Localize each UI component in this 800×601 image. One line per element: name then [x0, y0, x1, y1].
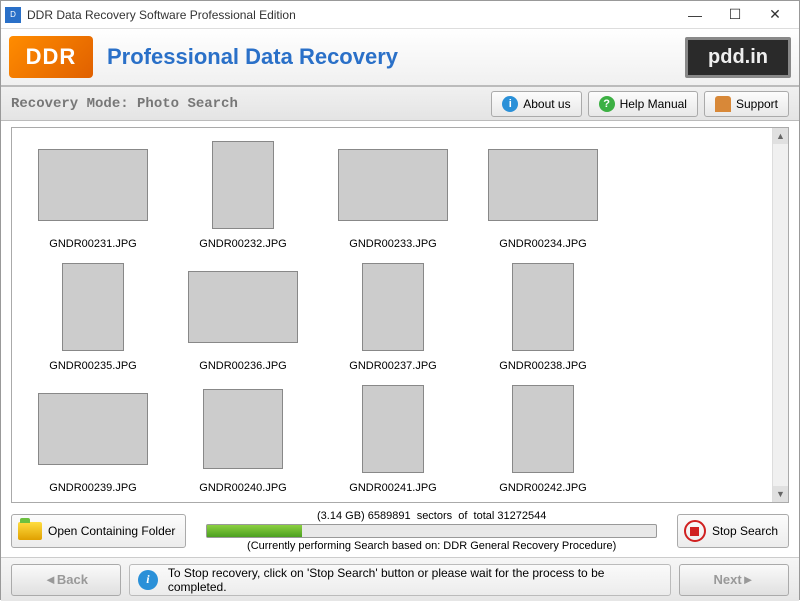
stop-icon: [684, 520, 706, 542]
help-manual-button[interactable]: ? Help Manual: [588, 91, 698, 117]
thumbnail-image: [170, 378, 316, 480]
thumbnail-image: [320, 378, 466, 480]
scroll-down-icon[interactable]: ▼: [773, 486, 788, 502]
next-button[interactable]: Next: [679, 564, 789, 596]
maximize-button[interactable]: ☐: [715, 3, 755, 27]
thumbnail-image: [470, 378, 616, 480]
footer-message: i To Stop recovery, click on 'Stop Searc…: [129, 564, 671, 596]
thumbnail-image: [470, 256, 616, 358]
progress-display: (3.14 GB) 6589891 sectors of total 31272…: [196, 510, 667, 552]
thumbnail-image: [320, 256, 466, 358]
thumbnail-image: [20, 256, 166, 358]
app-icon: D: [5, 7, 21, 23]
thumbnail-item[interactable]: GNDR00239.JPG: [20, 378, 166, 496]
vertical-scrollbar[interactable]: ▲ ▼: [772, 128, 788, 502]
thumbnail-item[interactable]: GNDR00241.JPG: [320, 378, 466, 496]
thumbnail-item[interactable]: GNDR00236.JPG: [170, 256, 316, 374]
thumbnail-filename: GNDR00237.JPG: [349, 358, 436, 374]
support-button[interactable]: Support: [704, 91, 789, 117]
title-bar: D DDR Data Recovery Software Professiona…: [1, 1, 799, 29]
thumbnail-item[interactable]: GNDR00233.JPG: [320, 134, 466, 252]
thumbnail-image: [170, 134, 316, 236]
window-controls: — ☐ ✕: [675, 3, 795, 27]
brand-badge: pdd.in: [685, 37, 791, 78]
content-area: GNDR00231.JPG GNDR00232.JPG GNDR00233.JPG G…: [1, 121, 799, 557]
thumbnail-filename: GNDR00236.JPG: [199, 358, 286, 374]
recovery-mode-label: Recovery Mode: Photo Search: [11, 96, 485, 112]
thumbnail-filename: GNDR00234.JPG: [499, 236, 586, 252]
close-button[interactable]: ✕: [755, 3, 795, 27]
thumbnail-filename: GNDR00239.JPG: [49, 480, 136, 496]
thumbnail-filename: GNDR00233.JPG: [349, 236, 436, 252]
thumbnail-gallery: GNDR00231.JPG GNDR00232.JPG GNDR00233.JPG G…: [12, 128, 772, 502]
thumbnail-image: [320, 134, 466, 236]
thumbnail-item[interactable]: GNDR00234.JPG: [470, 134, 616, 252]
info-icon: i: [502, 96, 518, 112]
mode-bar: Recovery Mode: Photo Search i About us ?…: [1, 87, 799, 121]
thumbnail-filename: GNDR00241.JPG: [349, 480, 436, 496]
thumbnail-item[interactable]: GNDR00237.JPG: [320, 256, 466, 374]
open-containing-folder-button[interactable]: Open Containing Folder: [11, 514, 186, 548]
thumbnail-filename: GNDR00240.JPG: [199, 480, 286, 496]
thumbnail-item[interactable]: GNDR00235.JPG: [20, 256, 166, 374]
thumbnail-filename: GNDR00242.JPG: [499, 480, 586, 496]
gallery-frame: GNDR00231.JPG GNDR00232.JPG GNDR00233.JPG G…: [11, 127, 789, 503]
thumbnail-filename: GNDR00231.JPG: [49, 236, 136, 252]
thumbnail-filename: GNDR00235.JPG: [49, 358, 136, 374]
support-icon: [715, 96, 731, 112]
info-icon: i: [138, 570, 158, 590]
progress-note: (Currently performing Search based on: D…: [196, 540, 667, 552]
scroll-up-icon[interactable]: ▲: [773, 128, 788, 144]
thumbnail-item[interactable]: GNDR00231.JPG: [20, 134, 166, 252]
help-icon: ?: [599, 96, 615, 112]
thumbnail-item[interactable]: GNDR00232.JPG: [170, 134, 316, 252]
thumbnail-image: [20, 378, 166, 480]
app-heading: Professional Data Recovery: [107, 44, 685, 70]
progress-bar: [206, 524, 657, 538]
progress-row: Open Containing Folder (3.14 GB) 6589891…: [11, 509, 789, 553]
progress-stats: (3.14 GB) 6589891 sectors of total 31272…: [196, 510, 667, 522]
thumbnail-filename: GNDR00232.JPG: [199, 236, 286, 252]
window-title: DDR Data Recovery Software Professional …: [27, 8, 675, 22]
logo: DDR: [9, 36, 93, 78]
footer-bar: Back i To Stop recovery, click on 'Stop …: [1, 557, 799, 601]
folder-icon: [18, 522, 42, 540]
app-header: DDR Professional Data Recovery pdd.in: [1, 29, 799, 87]
back-button[interactable]: Back: [11, 564, 121, 596]
thumbnail-filename: GNDR00238.JPG: [499, 358, 586, 374]
about-button[interactable]: i About us: [491, 91, 581, 117]
thumbnail-item[interactable]: GNDR00238.JPG: [470, 256, 616, 374]
thumbnail-image: [170, 256, 316, 358]
thumbnail-image: [20, 134, 166, 236]
minimize-button[interactable]: —: [675, 3, 715, 27]
thumbnail-item[interactable]: GNDR00242.JPG: [470, 378, 616, 496]
stop-search-button[interactable]: Stop Search: [677, 514, 789, 548]
thumbnail-image: [470, 134, 616, 236]
thumbnail-item[interactable]: GNDR00240.JPG: [170, 378, 316, 496]
progress-bar-fill: [207, 525, 301, 537]
